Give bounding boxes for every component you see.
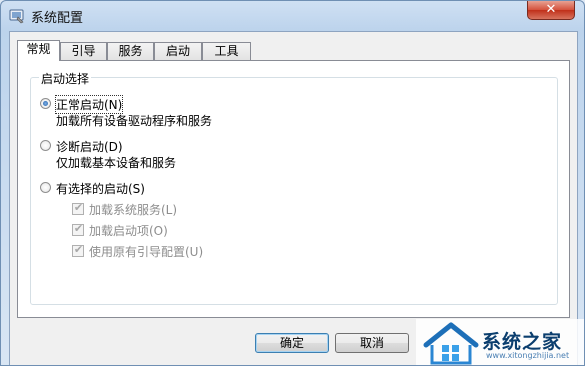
dialog-client-area: 常规 引导 服务 启动 工具 启动选择 正常启动(N) 加载所有设备驱动程序和服… — [9, 31, 578, 365]
tab-general[interactable]: 常规 — [17, 40, 60, 61]
radio-label-selective[interactable]: 有选择的启动(S) — [56, 180, 145, 197]
checkbox-label-startup-items: 加载启动项(O) — [89, 224, 168, 238]
checkbox-disabled[interactable]: ✔ — [72, 201, 84, 215]
ok-button[interactable]: 确定 — [255, 333, 329, 353]
tab-services[interactable]: 服务 — [107, 42, 154, 60]
radio-label-diagnostic[interactable]: 诊断启动(D) — [56, 138, 123, 155]
general-tab-panel: 启动选择 正常启动(N) 加载所有设备驱动程序和服务 诊断启动(D) 仅加载基本… — [17, 60, 570, 318]
tab-boot[interactable]: 引导 — [60, 42, 107, 60]
window-title: 系统配置 — [31, 11, 84, 26]
diagnostic-startup-description: 仅加载基本设备和服务 — [56, 156, 177, 170]
house-logo-icon — [423, 322, 479, 365]
checkbox-disabled[interactable]: ✔ — [72, 243, 84, 257]
checkbox-disabled[interactable]: ✔ — [72, 222, 84, 236]
system-config-window: 系统配置 ✕ 常规 引导 服务 启动 工具 启动选择 正常启动(N) 加载所有设… — [0, 0, 585, 366]
checkbox-label-system-services: 加载系统服务(L) — [89, 203, 178, 217]
group-legend: 启动选择 — [39, 70, 92, 87]
radio-button[interactable] — [40, 140, 51, 151]
tab-startup[interactable]: 启动 — [154, 42, 202, 60]
watermark-text: 系统之家 — [482, 331, 563, 353]
title-bar[interactable]: 系统配置 ✕ — [1, 1, 584, 31]
close-button[interactable]: ✕ — [527, 1, 575, 20]
watermark-url: www.xitongzhijia.net — [486, 351, 570, 360]
radio-label-normal[interactable]: 正常启动(N) — [54, 95, 124, 114]
startup-selection-group: 启动选择 正常启动(N) 加载所有设备驱动程序和服务 诊断启动(D) 仅加载基本… — [30, 70, 558, 305]
cancel-button[interactable]: 取消 — [335, 333, 409, 353]
tab-tools[interactable]: 工具 — [202, 42, 251, 60]
checkbox-label-boot-config: 使用原有引导配置(U) — [89, 245, 204, 259]
radio-button[interactable] — [40, 182, 51, 193]
close-icon: ✕ — [545, 2, 557, 17]
checkmark-icon: ✔ — [73, 222, 84, 235]
checkmark-icon: ✔ — [73, 201, 84, 214]
normal-startup-description: 加载所有设备驱动程序和服务 — [56, 114, 213, 128]
watermark: 系统之家 www.xitongzhijia.net — [416, 319, 584, 365]
checkmark-icon: ✔ — [73, 243, 84, 256]
system-config-icon — [9, 9, 24, 24]
radio-button-checked[interactable] — [40, 98, 51, 109]
